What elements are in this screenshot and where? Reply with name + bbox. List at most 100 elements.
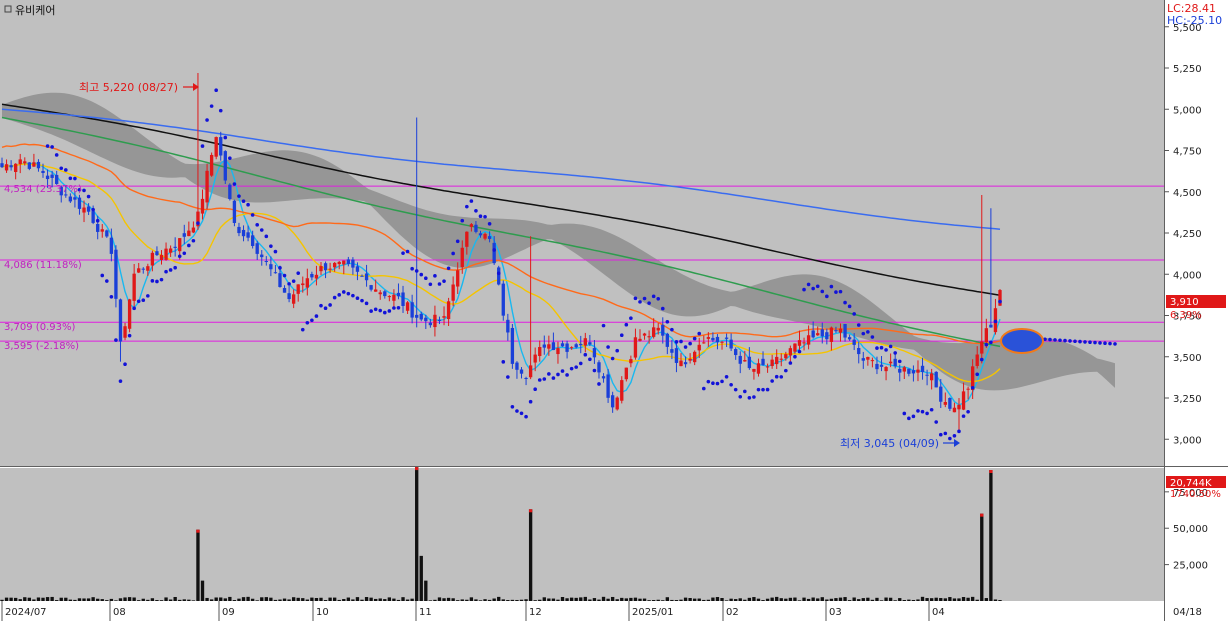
sar-dot xyxy=(182,251,187,256)
sar-dot xyxy=(852,312,856,316)
x-tick-label: 04 xyxy=(932,607,945,618)
sar-dot xyxy=(209,104,214,108)
volume-bar xyxy=(911,599,916,601)
volume-bar xyxy=(601,596,606,601)
volume-bar xyxy=(952,598,957,601)
sar-dot xyxy=(578,361,583,366)
volume-bar xyxy=(624,598,628,601)
volume-bar xyxy=(146,599,150,601)
sar-dot xyxy=(911,414,916,419)
candle-body xyxy=(711,337,715,341)
volume-bar xyxy=(506,600,510,601)
candle-body xyxy=(424,317,428,322)
sar-dot xyxy=(802,287,806,292)
sar-dot xyxy=(916,409,920,413)
x-tick-label: 04/18 xyxy=(1173,607,1202,618)
sar-dot xyxy=(369,309,373,313)
candle-body xyxy=(747,356,752,369)
volume-bar xyxy=(469,597,474,601)
candle-body xyxy=(948,397,952,409)
x-tick-label: 11 xyxy=(419,607,432,618)
candle-body xyxy=(706,337,711,339)
volume-bar xyxy=(574,597,578,601)
candle-body xyxy=(816,333,820,336)
candle-body xyxy=(105,230,109,237)
candle-body xyxy=(519,369,524,374)
candle-body xyxy=(761,358,765,365)
volume-bar xyxy=(852,597,856,601)
sar-dot xyxy=(633,296,638,301)
volume-bar xyxy=(998,600,1002,601)
sar-dot xyxy=(975,372,980,377)
sar-dot xyxy=(1113,342,1117,346)
volume-tick-label: 25,000 xyxy=(1173,561,1208,572)
volume-bar xyxy=(296,597,300,601)
sar-dot xyxy=(492,248,496,252)
candle-body xyxy=(802,342,806,344)
sar-dot xyxy=(177,254,182,259)
sar-dot xyxy=(651,294,656,299)
candle-body xyxy=(465,231,469,247)
volume-bar xyxy=(405,599,410,601)
y-tick-label: 4,250 xyxy=(1173,229,1202,240)
sar-dot xyxy=(761,387,765,392)
candle-body xyxy=(893,358,897,367)
sar-dot xyxy=(237,194,241,198)
volume-bar xyxy=(0,599,4,601)
candle-body xyxy=(27,162,32,169)
volume-bar xyxy=(775,596,779,601)
sar-dot xyxy=(173,265,177,270)
volume-bar xyxy=(556,599,560,601)
volume-bar xyxy=(752,597,756,601)
candle-body xyxy=(870,360,875,362)
volume-bar-cap xyxy=(528,509,533,513)
sar-dot xyxy=(1103,341,1107,346)
sar-dot xyxy=(861,331,866,336)
sar-dot xyxy=(109,294,114,299)
sar-dot xyxy=(893,351,897,355)
stock-chart: 5,5005,2505,0004,7504,5004,2504,0003,750… xyxy=(0,0,1228,621)
volume-bar xyxy=(323,600,328,601)
x-tick-label: 10 xyxy=(316,607,329,618)
candle-body xyxy=(132,273,136,301)
candle-body xyxy=(697,344,701,351)
volume-bar xyxy=(433,599,437,601)
sar-dot xyxy=(856,323,861,327)
volume-bar xyxy=(68,599,73,601)
volume-bar xyxy=(902,599,906,601)
sar-dot xyxy=(328,303,332,307)
volume-bar xyxy=(150,598,155,601)
candle-body xyxy=(647,336,651,338)
candle-body xyxy=(433,314,437,328)
volume-bar xyxy=(360,599,364,601)
sar-dot xyxy=(588,357,592,362)
candle-body xyxy=(437,319,442,321)
volume-bar xyxy=(164,597,168,601)
candle-body xyxy=(806,335,811,345)
volume-bar xyxy=(861,598,865,601)
sar-dot xyxy=(469,199,474,203)
sar-dot xyxy=(943,431,948,436)
candle-body xyxy=(670,349,674,353)
sar-dot xyxy=(711,381,715,385)
candle-body xyxy=(23,161,27,164)
sar-dot xyxy=(419,272,424,277)
sar-dot xyxy=(45,144,50,148)
sar-dot xyxy=(811,286,815,291)
sar-dot xyxy=(884,348,888,352)
volume-bar xyxy=(656,599,660,601)
sar-dot xyxy=(938,432,943,437)
candle-body xyxy=(137,268,141,273)
candle-body xyxy=(114,249,118,299)
volume-bar xyxy=(734,599,738,601)
volume-bar xyxy=(651,600,656,601)
candle-body xyxy=(246,232,250,238)
volume-bar xyxy=(811,597,815,601)
volume-bar xyxy=(538,599,542,601)
sar-dot xyxy=(747,395,752,400)
candle-body xyxy=(351,259,355,268)
volume-bar xyxy=(401,597,405,601)
volume-bar xyxy=(173,596,177,601)
candle-body xyxy=(178,238,182,252)
sar-dot xyxy=(373,307,378,312)
